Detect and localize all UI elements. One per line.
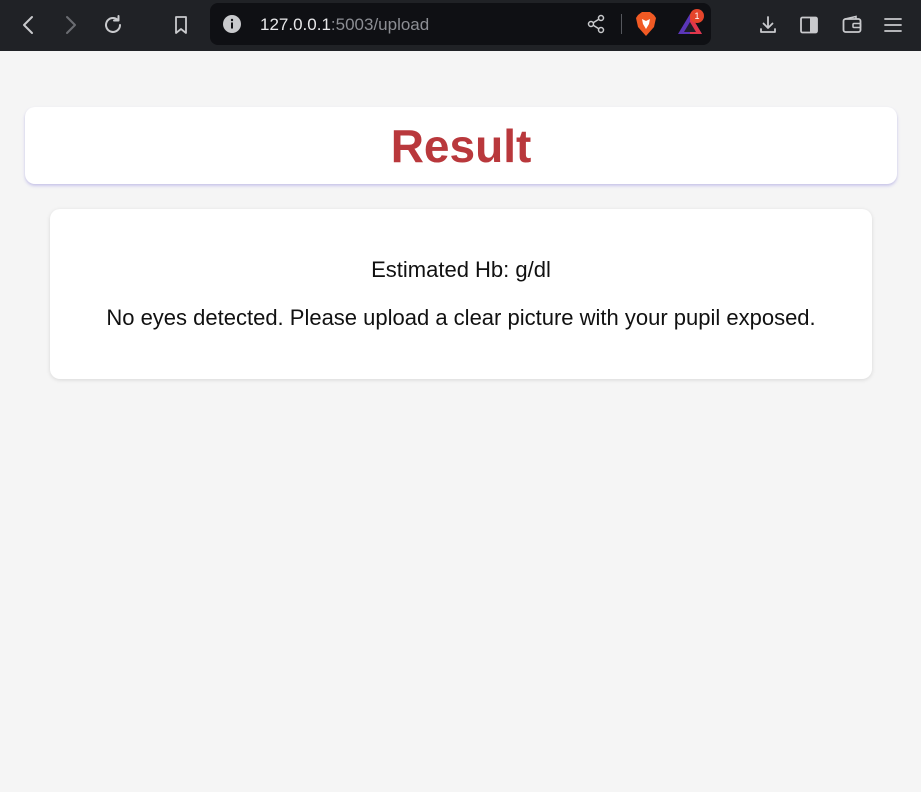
- url-path: :5003/upload: [330, 15, 430, 34]
- forward-icon: [66, 16, 76, 34]
- hb-unit: g/dl: [515, 257, 551, 282]
- menu-icon: [884, 18, 902, 32]
- url-text[interactable]: 127.0.0.1:5003/upload: [260, 15, 429, 35]
- forward-button[interactable]: [57, 12, 83, 38]
- result-card: Estimated Hb: g/dl No eyes detected. Ple…: [50, 209, 872, 379]
- url-divider: [621, 14, 622, 34]
- url-host: 127.0.0.1: [260, 15, 331, 34]
- reload-icon: [105, 15, 121, 33]
- bookmark-button[interactable]: [168, 12, 194, 38]
- sidebar-button[interactable]: [796, 12, 822, 38]
- info-icon[interactable]: [223, 15, 241, 33]
- menu-button[interactable]: [880, 12, 906, 38]
- result-header-card: Result: [25, 107, 897, 184]
- estimated-hb-line: Estimated Hb: g/dl: [50, 257, 872, 283]
- address-bar[interactable]: 127.0.0.1:5003/upload 1: [210, 3, 711, 45]
- reload-button[interactable]: [100, 12, 126, 38]
- hb-label: Estimated Hb:: [371, 257, 510, 282]
- bookmark-icon: [175, 16, 187, 34]
- back-icon: [23, 16, 33, 34]
- result-message: No eyes detected. Please upload a clear …: [106, 305, 816, 330]
- rewards-badge: 1: [690, 9, 704, 23]
- download-icon: [760, 16, 776, 33]
- page-title: Result: [390, 120, 532, 172]
- browser-toolbar: 127.0.0.1:5003/upload 1: [0, 0, 921, 51]
- downloads-button[interactable]: [755, 12, 781, 38]
- brave-shields-icon[interactable]: [634, 11, 658, 37]
- sidebar-icon: [800, 16, 818, 34]
- wallet-button[interactable]: [839, 12, 865, 38]
- wallet-icon: [842, 15, 862, 33]
- share-icon[interactable]: [586, 14, 606, 34]
- back-button[interactable]: [16, 12, 42, 38]
